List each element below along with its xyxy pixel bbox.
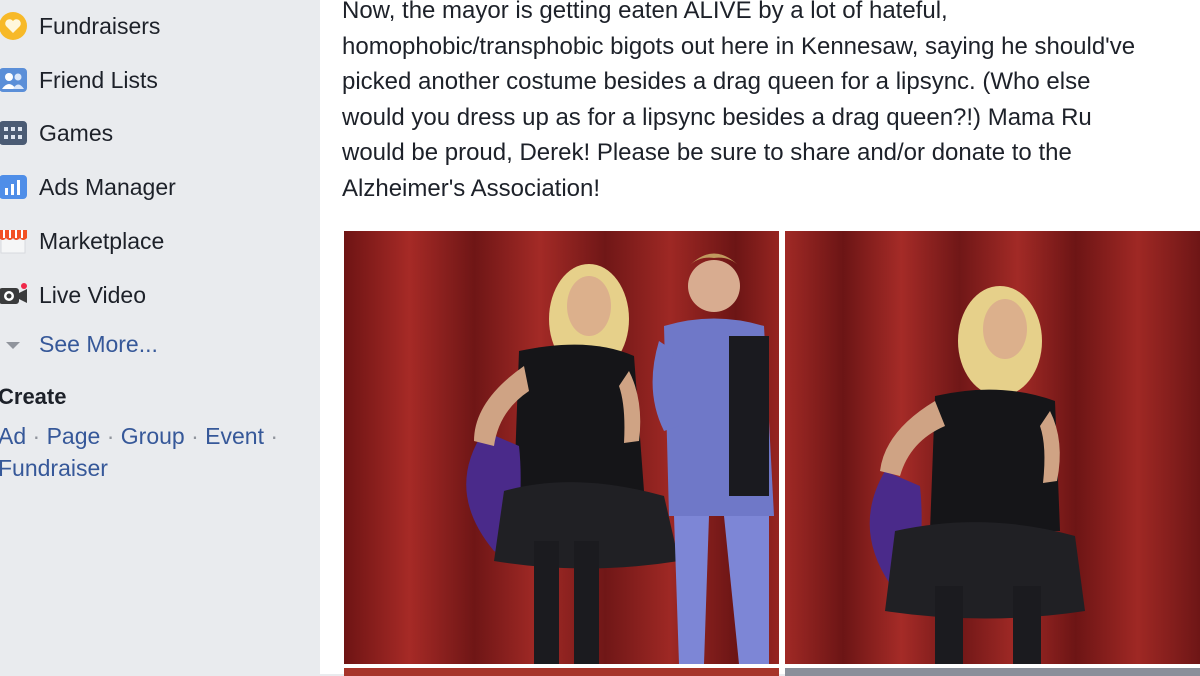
games-icon bbox=[0, 118, 28, 148]
create-heading: Create bbox=[0, 384, 67, 409]
video-camera-icon bbox=[0, 280, 28, 310]
sidebar-item-label: Ads Manager bbox=[39, 173, 176, 200]
heart-coin-icon bbox=[0, 11, 28, 41]
sidebar-item-label: Live Video bbox=[39, 281, 146, 308]
left-sidebar: Fundraisers Friend Lists Games Ads Manag… bbox=[0, 0, 318, 674]
see-more-link[interactable]: See More... bbox=[0, 324, 158, 364]
sidebar-item-games[interactable]: Games bbox=[0, 113, 113, 153]
link-separator: · bbox=[32, 423, 41, 449]
friends-icon bbox=[0, 65, 28, 95]
post-text-line: would be proud, Derek! Please be sure to… bbox=[342, 139, 1072, 166]
create-event-link[interactable]: Event bbox=[205, 423, 264, 449]
create-links: Ad · Page · Group · Event · Fundraiser bbox=[0, 420, 298, 484]
sidebar-item-fundraisers[interactable]: Fundraisers bbox=[0, 6, 160, 46]
create-group-link[interactable]: Group bbox=[121, 423, 185, 449]
create-page-link[interactable]: Page bbox=[47, 423, 101, 449]
post-photo-4-edge bbox=[785, 668, 1200, 676]
sidebar-item-label: Marketplace bbox=[39, 227, 165, 254]
sidebar-item-friend-lists[interactable]: Friend Lists bbox=[0, 60, 158, 100]
post-text-line: Alzheimer's Association! bbox=[342, 174, 601, 202]
post-photo-3-edge bbox=[344, 668, 779, 676]
sidebar-item-marketplace[interactable]: Marketplace bbox=[0, 221, 164, 261]
link-separator: · bbox=[191, 423, 199, 449]
see-more-label: See More... bbox=[39, 330, 158, 357]
chevron-down-icon bbox=[0, 329, 28, 359]
bar-chart-icon bbox=[0, 172, 28, 202]
post-photo-1[interactable] bbox=[344, 231, 779, 664]
link-separator: · bbox=[106, 423, 115, 449]
sidebar-item-label: Games bbox=[39, 119, 114, 146]
create-ad-link[interactable]: Ad bbox=[0, 423, 26, 449]
storefront-icon bbox=[0, 226, 28, 256]
create-fundraiser-link[interactable]: Fundraiser bbox=[0, 455, 108, 481]
sidebar-item-ads-manager[interactable]: Ads Manager bbox=[0, 167, 176, 207]
post-text-line: picked another costume besides a drag qu… bbox=[342, 68, 1091, 95]
post-text: Now, the mayor is getting eaten ALIVE by… bbox=[342, 0, 1200, 206]
post-text-line: would you dress up as for a lipsync besi… bbox=[342, 103, 1092, 131]
sidebar-item-live-video[interactable]: Live Video bbox=[0, 275, 146, 315]
post-photo-2[interactable] bbox=[785, 231, 1200, 664]
link-separator: · bbox=[270, 423, 279, 449]
sidebar-item-label: Fundraisers bbox=[39, 12, 161, 39]
sidebar-item-label: Friend Lists bbox=[39, 66, 158, 93]
feed-post: Now, the mayor is getting eaten ALIVE by… bbox=[320, 0, 1200, 676]
post-text-line: homophobic/transphobic bigots out here i… bbox=[342, 32, 1136, 60]
post-text-line: Now, the mayor is getting eaten ALIVE by… bbox=[342, 0, 948, 24]
